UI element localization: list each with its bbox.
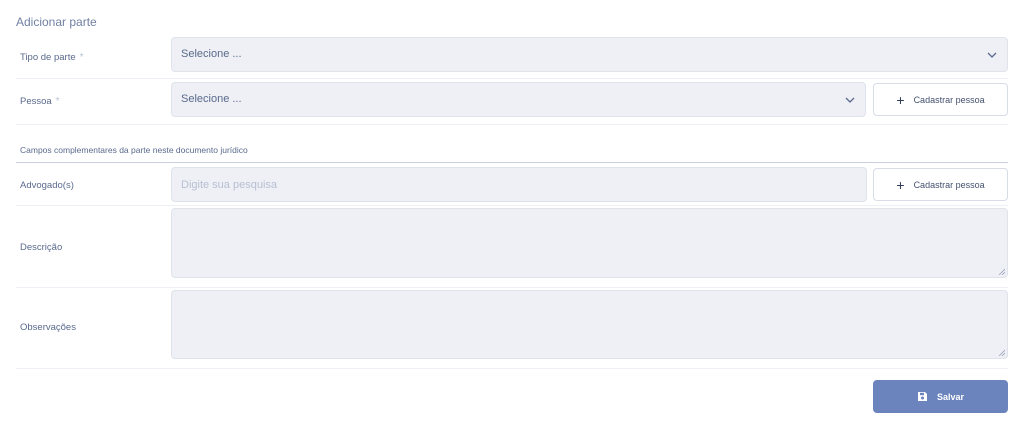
save-icon [917,392,927,401]
descricao-label: Descrição [20,242,63,253]
cadastrar-advogado-button[interactable]: + Cadastrar pessoa [873,168,1008,201]
resize-handle-icon[interactable] [998,349,1005,356]
tipo-parte-label-text: Tipo de parte [20,52,76,63]
required-asterisk: * [79,52,84,63]
required-asterisk: * [55,96,60,107]
pessoa-select-value: Selecione ... [181,93,242,105]
observacoes-row: Observações [16,288,1008,369]
section-title: Campos complementares da parte neste doc… [20,145,248,155]
pessoa-select[interactable]: Selecione ... [171,82,866,117]
chevron-down-icon [987,52,997,58]
cadastrar-pessoa-button-label: Cadastrar pessoa [913,94,985,105]
advogados-search-input[interactable]: Digite sua pesquisa [171,167,867,202]
tipo-parte-select[interactable]: Selecione ... [171,37,1008,72]
observacoes-label: Observações [20,322,76,333]
plus-icon: + [896,176,905,193]
pessoa-label: Pessoa * [20,96,60,107]
descricao-textarea[interactable] [171,208,1008,278]
save-button[interactable]: Salvar [873,380,1008,413]
cadastrar-pessoa-button[interactable]: + Cadastrar pessoa [873,83,1008,116]
save-button-label: Salvar [936,391,965,402]
tipo-parte-row: Tipo de parte * Selecione ... [16,34,1008,79]
tipo-parte-label: Tipo de parte * [20,52,84,63]
descricao-row: Descrição [16,206,1008,288]
plus-icon: + [896,91,905,108]
advogados-label: Advogado(s) [20,180,74,191]
page-title: Adicionar parte [16,15,97,29]
observacoes-textarea[interactable] [171,290,1008,359]
tipo-parte-select-value: Selecione ... [181,48,242,60]
pessoa-row: Pessoa * Selecione ... + Cadastrar pessoa [16,79,1008,125]
resize-handle-icon[interactable] [998,268,1005,275]
advogados-row: Advogado(s) Digite sua pesquisa + Cadast… [16,163,1008,206]
chevron-down-icon [845,97,855,103]
pessoa-label-text: Pessoa [20,96,52,107]
advogados-search-placeholder: Digite sua pesquisa [181,179,278,191]
cadastrar-advogado-button-label: Cadastrar pessoa [913,179,985,190]
